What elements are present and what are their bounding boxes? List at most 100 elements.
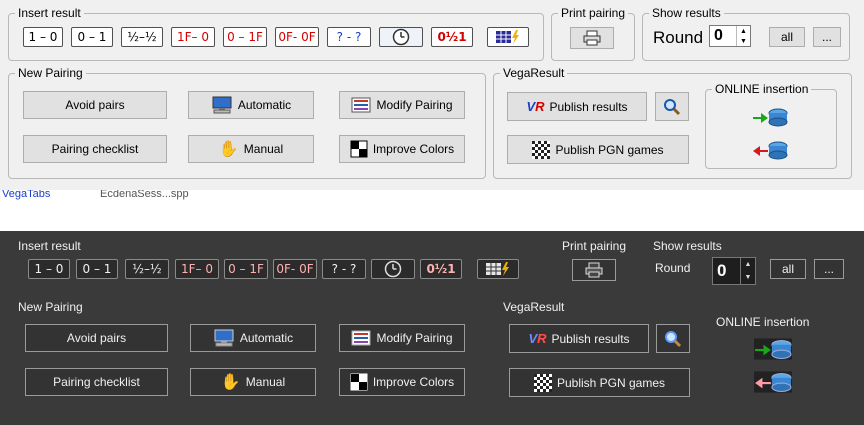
download-db-icon: [754, 371, 792, 393]
list-icon: [351, 97, 371, 113]
result-double-forfeit-button-dark[interactable]: 0F- 0F: [273, 259, 317, 279]
background-window-strip: VegaTabs EcdenaSess...spp: [0, 190, 864, 202]
pairing-checklist-button[interactable]: Pairing checklist: [23, 135, 167, 163]
result-1-0-button-dark[interactable]: 1 – 0: [28, 259, 70, 279]
show-results-group: Show results Round 0 ▲ ▼ all ...: [642, 6, 850, 61]
insert-result-label: Insert result: [15, 6, 84, 20]
round-spinner[interactable]: 0 ▲ ▼: [709, 25, 751, 47]
magnifier-icon: [664, 98, 681, 115]
print-pairing-label: Print pairing: [558, 6, 629, 20]
modify-pairing-button-dark[interactable]: Modify Pairing: [339, 324, 465, 352]
result-forfeit-loss-button[interactable]: 0 – 1F: [223, 27, 267, 47]
avoid-pairs-button-dark[interactable]: Avoid pairs: [25, 324, 168, 352]
download-db-button[interactable]: [749, 139, 791, 161]
table-flash-icon: [486, 262, 509, 276]
download-db-button-dark[interactable]: [751, 370, 795, 394]
clock-button[interactable]: [379, 27, 423, 47]
print-pairing-group: Print pairing: [551, 6, 635, 61]
computer-icon: [214, 329, 234, 347]
spin-up-icon[interactable]: ▲: [741, 258, 755, 271]
print-pairing-button[interactable]: [570, 27, 614, 49]
vega-logo-icon: VR: [528, 331, 547, 346]
vega-result-group: VegaResult VR Publish results Publish PG…: [493, 66, 852, 179]
show-results-label: Show results: [649, 6, 724, 20]
insert-result-label-dark: Insert result: [18, 239, 81, 253]
result-0-1-button-dark[interactable]: 0 – 1: [76, 259, 118, 279]
chessboard-icon: [532, 140, 551, 159]
vega-logo-icon: VR: [526, 99, 545, 114]
online-insertion-label: ONLINE insertion: [712, 82, 812, 96]
online-insertion-label-dark: ONLINE insertion: [716, 315, 810, 329]
publish-results-button-dark[interactable]: VR Publish results: [509, 324, 649, 353]
result-unknown-button[interactable]: ? - ?: [327, 27, 371, 47]
round-spinner-arrows[interactable]: ▲ ▼: [736, 26, 750, 46]
spin-up-icon[interactable]: ▲: [737, 26, 750, 36]
black-white-square-icon: [350, 373, 368, 391]
download-db-icon: [753, 141, 788, 160]
publish-pgn-button[interactable]: Publish PGN games: [507, 135, 689, 164]
spin-down-icon[interactable]: ▼: [741, 271, 755, 284]
manual-button-dark[interactable]: ✋ Manual: [190, 368, 316, 396]
improve-colors-button-dark[interactable]: Improve Colors: [339, 368, 465, 396]
clock-icon: [384, 260, 402, 278]
printer-icon: [585, 262, 603, 278]
show-results-label-dark: Show results: [653, 239, 722, 253]
spin-down-icon[interactable]: ▼: [737, 36, 750, 46]
upload-db-icon: [754, 338, 792, 360]
upload-db-icon: [753, 108, 788, 127]
pairing-checklist-button-dark[interactable]: Pairing checklist: [25, 368, 168, 396]
show-all-button[interactable]: all: [769, 27, 805, 47]
result-custom-button-dark[interactable]: 0½1: [420, 259, 462, 279]
hand-icon: ✋: [218, 141, 239, 158]
round-value: 0: [714, 27, 723, 44]
upload-db-button-dark[interactable]: [751, 337, 795, 361]
insert-result-group: Insert result 1 – 0 0 – 1 ½–½ 1F– 0 0 – …: [8, 6, 544, 61]
printer-icon: [583, 30, 601, 46]
result-forfeit-win-button-dark[interactable]: 1F– 0: [175, 259, 219, 279]
improve-colors-button[interactable]: Improve Colors: [339, 135, 465, 163]
search-button-dark[interactable]: [656, 324, 690, 353]
round-label: Round: [653, 28, 704, 47]
background-text-left: VegaTabs: [2, 190, 51, 200]
publish-results-button[interactable]: VR Publish results: [507, 92, 647, 121]
result-unknown-button-dark[interactable]: ? - ?: [322, 259, 366, 279]
result-double-forfeit-button[interactable]: 0F- 0F: [275, 27, 319, 47]
result-draw-button-dark[interactable]: ½–½: [125, 259, 169, 279]
round-spinner-dark[interactable]: 0 ▲ ▼: [712, 257, 756, 285]
computer-icon: [212, 96, 232, 114]
table-flash-icon: [496, 30, 519, 44]
upload-db-button[interactable]: [749, 106, 791, 128]
manual-button[interactable]: ✋ Manual: [188, 135, 314, 163]
search-button[interactable]: [655, 92, 689, 121]
dark-theme-panel: Insert result 1 – 0 0 – 1 ½–½ 1F– 0 0 – …: [0, 231, 864, 425]
automatic-button-dark[interactable]: Automatic: [190, 324, 316, 352]
vega-result-label: VegaResult: [500, 66, 568, 80]
result-1-0-button[interactable]: 1 – 0: [23, 27, 63, 47]
clock-button-dark[interactable]: [371, 259, 415, 279]
result-draw-button[interactable]: ½–½: [121, 27, 163, 47]
light-theme-panel: Insert result 1 – 0 0 – 1 ½–½ 1F– 0 0 – …: [0, 0, 864, 190]
print-pairing-button-dark[interactable]: [572, 259, 616, 281]
black-white-square-icon: [350, 140, 368, 158]
result-0-1-button[interactable]: 0 – 1: [71, 27, 113, 47]
publish-pgn-button-dark[interactable]: Publish PGN games: [509, 368, 690, 397]
new-pairing-label-dark: New Pairing: [18, 300, 83, 314]
background-text-mid: EcdenaSess...spp: [100, 190, 189, 200]
hand-icon: ✋: [220, 374, 241, 391]
chessboard-icon: [533, 373, 552, 392]
new-pairing-label: New Pairing: [15, 66, 86, 80]
show-all-button-dark[interactable]: all: [770, 259, 806, 279]
round-label-dark: Round: [655, 261, 691, 275]
automatic-button[interactable]: Automatic: [188, 91, 314, 119]
table-flash-button-dark[interactable]: [477, 259, 519, 279]
result-custom-button[interactable]: 0½1: [431, 27, 473, 47]
result-forfeit-win-button[interactable]: 1F– 0: [171, 27, 215, 47]
result-forfeit-loss-button-dark[interactable]: 0 – 1F: [224, 259, 268, 279]
modify-pairing-button[interactable]: Modify Pairing: [339, 91, 465, 119]
magnifier-icon: [665, 330, 682, 347]
table-flash-button[interactable]: [487, 27, 529, 47]
vega-result-label-dark: VegaResult: [503, 300, 565, 314]
show-more-button[interactable]: ...: [813, 27, 841, 47]
show-more-button-dark[interactable]: ...: [814, 259, 844, 279]
avoid-pairs-button[interactable]: Avoid pairs: [23, 91, 167, 119]
